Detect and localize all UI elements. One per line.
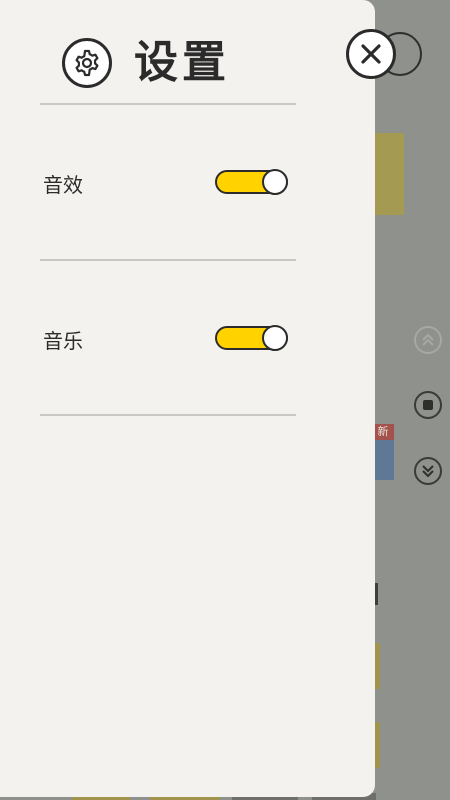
sound-effects-toggle[interactable] <box>215 169 288 195</box>
stop-icon <box>414 391 442 419</box>
divider <box>40 103 296 105</box>
sound-effects-label: 音效 <box>43 173 83 197</box>
scroll-down-icon <box>414 457 442 485</box>
close-button[interactable] <box>346 29 396 79</box>
close-icon <box>361 44 381 64</box>
toggle-knob <box>262 325 288 351</box>
divider <box>40 259 296 261</box>
new-badge: 新 <box>372 424 394 440</box>
divider <box>40 414 296 416</box>
music-toggle[interactable] <box>215 325 288 351</box>
settings-panel: 设置 音效 音乐 <box>0 0 375 797</box>
page-title: 设置 <box>134 37 230 88</box>
background-card-blue <box>372 440 394 480</box>
settings-header: 设置 <box>62 33 230 93</box>
music-label: 音乐 <box>43 329 83 353</box>
scroll-up-icon <box>414 326 442 354</box>
gear-icon <box>62 38 112 88</box>
toggle-knob <box>262 169 288 195</box>
background-card <box>372 133 404 215</box>
